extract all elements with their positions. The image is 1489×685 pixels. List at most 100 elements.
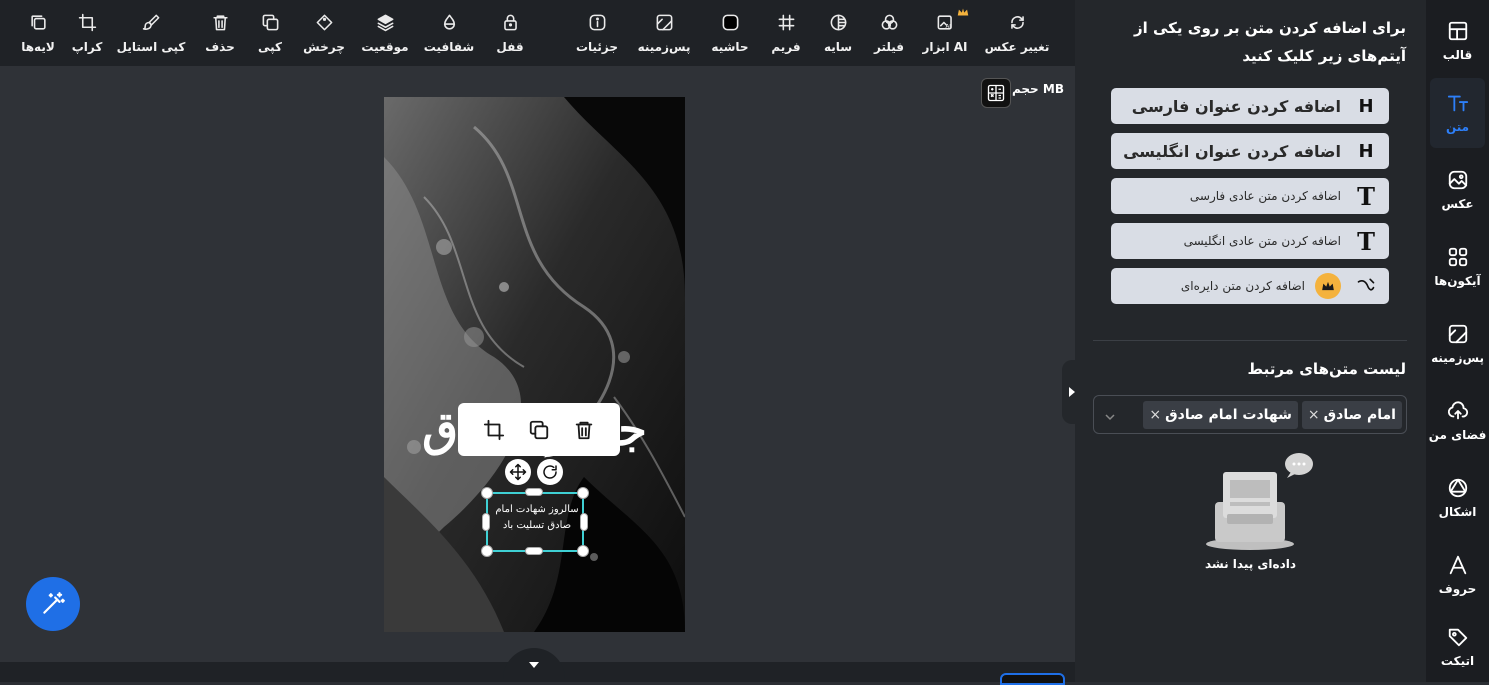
sidebar-item-photo[interactable]: عکس (1430, 155, 1485, 225)
button-label: اضافه کردن عنوان فارسی (1131, 96, 1341, 116)
toolbar-position-button[interactable]: موقعیت (360, 0, 410, 66)
toolbar-layers-button[interactable]: لایه‌ها (18, 0, 58, 66)
selected-calligraphy-text: سالروز شهادت امام صادق تسلیت باد (495, 504, 579, 531)
add-persian-heading-button[interactable]: H اضافه کردن عنوان فارسی (1111, 88, 1389, 124)
toolbar-label: پس‌زمینه (637, 39, 691, 54)
main-sidebar: قالب متن عکس آیکون‌ها پس‌زمینه فضای من ا… (1426, 0, 1489, 682)
toolbar-lock-button[interactable]: قفل (493, 0, 527, 66)
magic-wand-button[interactable] (26, 577, 80, 631)
sidebar-item-label: حروف (1438, 582, 1477, 596)
toolbar-label: حذف (205, 39, 235, 54)
add-persian-text-button[interactable]: T اضافه کردن متن عادی فارسی (1111, 178, 1389, 214)
rotate-handle[interactable] (537, 459, 563, 485)
text-t-icon: T (1357, 181, 1375, 211)
copy-icon[interactable] (528, 419, 550, 441)
resize-handle-bottom-right[interactable] (481, 545, 493, 557)
toolbar-filter-button[interactable]: فیلتر (870, 0, 908, 66)
heading-icon: H (1358, 95, 1374, 117)
sidebar-item-shapes[interactable]: اشکال (1430, 463, 1485, 533)
toolbar-crop-button[interactable]: کراپ (70, 0, 104, 66)
resize-handle-top-right[interactable] (481, 487, 493, 499)
heading-icon: H (1358, 140, 1374, 162)
resize-handle-top[interactable] (525, 488, 543, 496)
toolbar-label: جزئیات (575, 39, 619, 54)
toolbar-label: حاشیه (711, 39, 749, 54)
text-panel: برای اضافه کردن متن بر روی یکی از آیتم‌ه… (1075, 0, 1426, 682)
trash-icon (212, 14, 228, 30)
sidebar-item-text[interactable]: متن (1430, 78, 1485, 148)
toolbar-replace-image-button[interactable]: تغییر عکس (984, 0, 1050, 66)
toolbar-ai-tools-button[interactable]: AI ابزار AI (922, 0, 969, 66)
trash-icon[interactable] (573, 419, 595, 441)
toolbar-label: کراپ (71, 39, 103, 54)
sidebar-item-letters[interactable]: حروف (1430, 540, 1485, 610)
add-english-text-button[interactable]: T اضافه کردن متن عادی انگلیسی (1111, 223, 1389, 259)
opacity-icon (443, 14, 455, 30)
background-icon (656, 14, 672, 30)
toolbar-border-button[interactable]: حاشیه (710, 0, 750, 66)
toolbar-background-button[interactable]: پس‌زمینه (638, 0, 690, 66)
move-handle[interactable] (505, 459, 531, 485)
sidebar-item-background[interactable]: پس‌زمینه (1430, 309, 1485, 379)
resize-handle-bottom[interactable] (525, 547, 543, 555)
text-icon (1447, 95, 1468, 112)
button-label: اضافه کردن متن عادی فارسی (1189, 189, 1341, 203)
remove-tag-icon[interactable]: × (1149, 407, 1161, 423)
toolbar-rotate-button[interactable]: چرخش (302, 0, 346, 66)
sidebar-item-my-space[interactable]: فضای من (1429, 386, 1486, 456)
toolbar-copy-style-button[interactable]: کپی استایل (117, 0, 185, 66)
sidebar-item-label: اتیکت (1440, 654, 1475, 668)
toolbar-label: کپی (257, 39, 283, 54)
toolbar-label: شفافیت (423, 39, 475, 54)
layers-icon (30, 14, 46, 30)
toolbar-label: سایه (823, 39, 853, 54)
resize-handle-bottom-left[interactable] (577, 545, 589, 557)
related-tags-select[interactable]: امام صادق × شهادت امام صادق × (1093, 395, 1407, 434)
text-t-icon: T (1357, 226, 1375, 256)
toolbar-opacity-button[interactable]: شفافیت (424, 0, 474, 66)
add-circular-text-button[interactable]: اضافه کردن متن دایره‌ای (1111, 268, 1389, 304)
crown-icon (1322, 281, 1334, 291)
tag-label: شهادت امام صادق (1165, 406, 1292, 423)
chevron-right-icon (1069, 387, 1075, 397)
panel-title: برای اضافه کردن متن بر روی یکی از آیتم‌ه… (1133, 19, 1406, 65)
button-label: اضافه کردن عنوان انگلیسی (1123, 141, 1341, 161)
stack-icon (377, 14, 393, 31)
sidebar-item-sticker[interactable]: اتیکت (1430, 612, 1485, 682)
add-english-heading-button[interactable]: H اضافه کردن عنوان انگلیسی (1111, 133, 1389, 169)
tag-chip[interactable]: شهادت امام صادق × (1143, 400, 1298, 429)
selected-text-element[interactable]: سالروز شهادت امام صادق تسلیت باد (486, 492, 584, 552)
tag-icon (1448, 628, 1467, 647)
resize-handle-right[interactable] (482, 513, 490, 531)
shadow-icon (830, 14, 846, 30)
empty-state-illustration (1205, 452, 1315, 552)
chevron-down-icon (529, 662, 539, 668)
chevron-down-icon[interactable] (1104, 408, 1116, 421)
sidebar-item-icons[interactable]: آیکون‌ها (1430, 232, 1485, 302)
paint-brush-icon (142, 14, 159, 30)
toolbar-details-button[interactable]: جزئیات (575, 0, 619, 66)
remove-tag-icon[interactable]: × (1308, 407, 1320, 423)
resize-handle-top-left[interactable] (577, 487, 589, 499)
sidebar-item-label: اشکال (1438, 505, 1477, 519)
toolbar-label: تغییر عکس (984, 39, 1050, 54)
tag-chip[interactable]: امام صادق × (1301, 400, 1402, 429)
toolbar-label: لایه‌ها (21, 39, 55, 54)
toolbar-frame-button[interactable]: فریم (766, 0, 806, 66)
replace-image-icon (1010, 15, 1024, 29)
resize-handle-left[interactable] (580, 513, 588, 531)
sidebar-item-label: آیکون‌ها (1434, 274, 1481, 288)
panel-toggle-button[interactable] (1062, 360, 1082, 424)
sidebar-item-label: متن (1445, 120, 1470, 134)
sidebar-item-template[interactable]: قالب (1430, 6, 1485, 76)
toolbar-copy-button[interactable]: کپی (252, 0, 288, 66)
svg-text:AI: AI (945, 24, 951, 30)
bottom-right-button[interactable] (1000, 673, 1065, 685)
crop-icon[interactable] (483, 419, 505, 441)
calculator-button[interactable] (981, 78, 1011, 108)
toolbar-shadow-button[interactable]: سایه (820, 0, 856, 66)
file-size-label: حجم MB (1012, 82, 1064, 96)
premium-badge (1315, 273, 1341, 299)
button-label: اضافه کردن متن دایره‌ای (1180, 279, 1305, 293)
toolbar-delete-button[interactable]: حذف (200, 0, 240, 66)
